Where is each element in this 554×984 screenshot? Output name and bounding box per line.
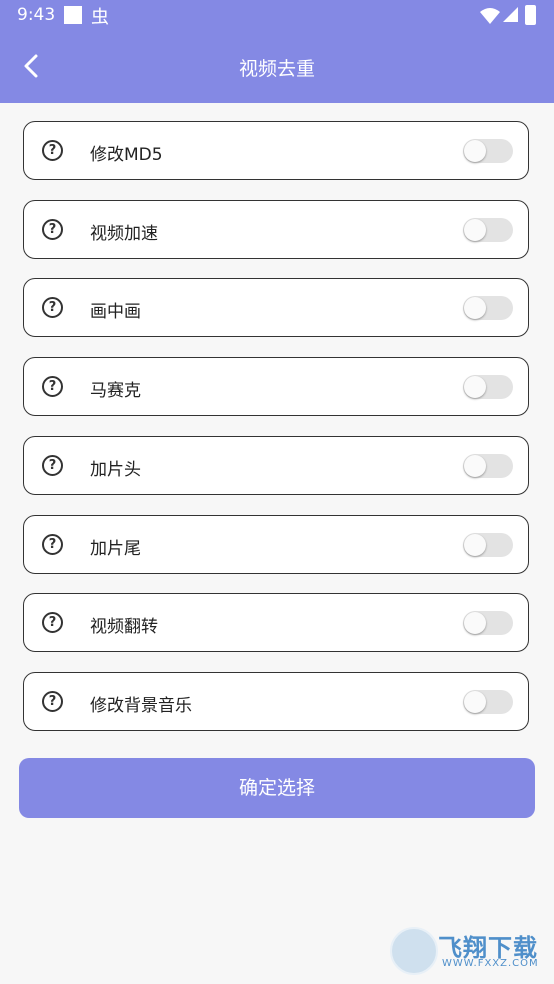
watermark-emblem-icon <box>390 927 438 975</box>
toggle-knob <box>464 219 486 241</box>
option-toggle[interactable] <box>463 533 513 557</box>
watermark-logo: 飞翔下载 WWW.FXXZ.COM <box>388 925 548 975</box>
watermark-url: WWW.FXXZ.COM <box>442 958 539 969</box>
toggle-knob <box>464 376 486 398</box>
help-icon[interactable]: ? <box>42 534 63 555</box>
help-icon[interactable]: ? <box>42 612 63 633</box>
help-icon[interactable]: ? <box>42 455 63 476</box>
battery-icon <box>525 5 536 25</box>
option-label: 加片头 <box>90 460 141 480</box>
option-toggle[interactable] <box>463 218 513 242</box>
wifi-icon <box>480 8 500 24</box>
option-toggle[interactable] <box>463 139 513 163</box>
option-row-mosaic: ? 马赛克 <box>23 357 529 416</box>
option-row-flip: ? 视频翻转 <box>23 593 529 652</box>
help-icon[interactable]: ? <box>42 297 63 318</box>
help-icon[interactable]: ? <box>42 691 63 712</box>
help-icon[interactable]: ? <box>42 140 63 161</box>
toggle-knob <box>464 297 486 319</box>
option-label: 视频加速 <box>90 224 158 244</box>
option-toggle[interactable] <box>463 375 513 399</box>
page-title: 视频去重 <box>238 58 315 80</box>
app-header: 9:43 虫 视频去重 <box>0 0 554 103</box>
option-row-outro: ? 加片尾 <box>23 515 529 574</box>
option-label: 视频翻转 <box>90 617 158 637</box>
notification-square-icon <box>64 6 82 24</box>
help-icon[interactable]: ? <box>42 219 63 240</box>
option-toggle[interactable] <box>463 690 513 714</box>
toggle-knob <box>464 534 486 556</box>
option-toggle[interactable] <box>463 296 513 320</box>
status-bar: 9:43 虫 <box>0 0 554 32</box>
help-icon[interactable]: ? <box>42 376 63 397</box>
option-row-md5: ? 修改MD5 <box>23 121 529 180</box>
toggle-knob <box>464 691 486 713</box>
option-row-speed: ? 视频加速 <box>23 200 529 259</box>
signal-icon <box>503 7 518 22</box>
option-row-pip: ? 画中画 <box>23 278 529 337</box>
option-toggle[interactable] <box>463 454 513 478</box>
status-time: 9:43 <box>17 5 56 25</box>
option-label: 加片尾 <box>90 539 141 559</box>
toggle-knob <box>464 140 486 162</box>
toggle-knob <box>464 612 486 634</box>
option-row-intro: ? 加片头 <box>23 436 529 495</box>
option-label: 修改背景音乐 <box>90 696 192 716</box>
option-label: 画中画 <box>90 302 141 322</box>
option-label: 马赛克 <box>90 381 141 401</box>
option-row-bgm: ? 修改背景音乐 <box>23 672 529 731</box>
toggle-knob <box>464 455 486 477</box>
option-label: 修改MD5 <box>90 145 163 165</box>
confirm-button[interactable]: 确定选择 <box>19 758 535 818</box>
bug-icon: 虫 <box>91 7 109 28</box>
option-toggle[interactable] <box>463 611 513 635</box>
